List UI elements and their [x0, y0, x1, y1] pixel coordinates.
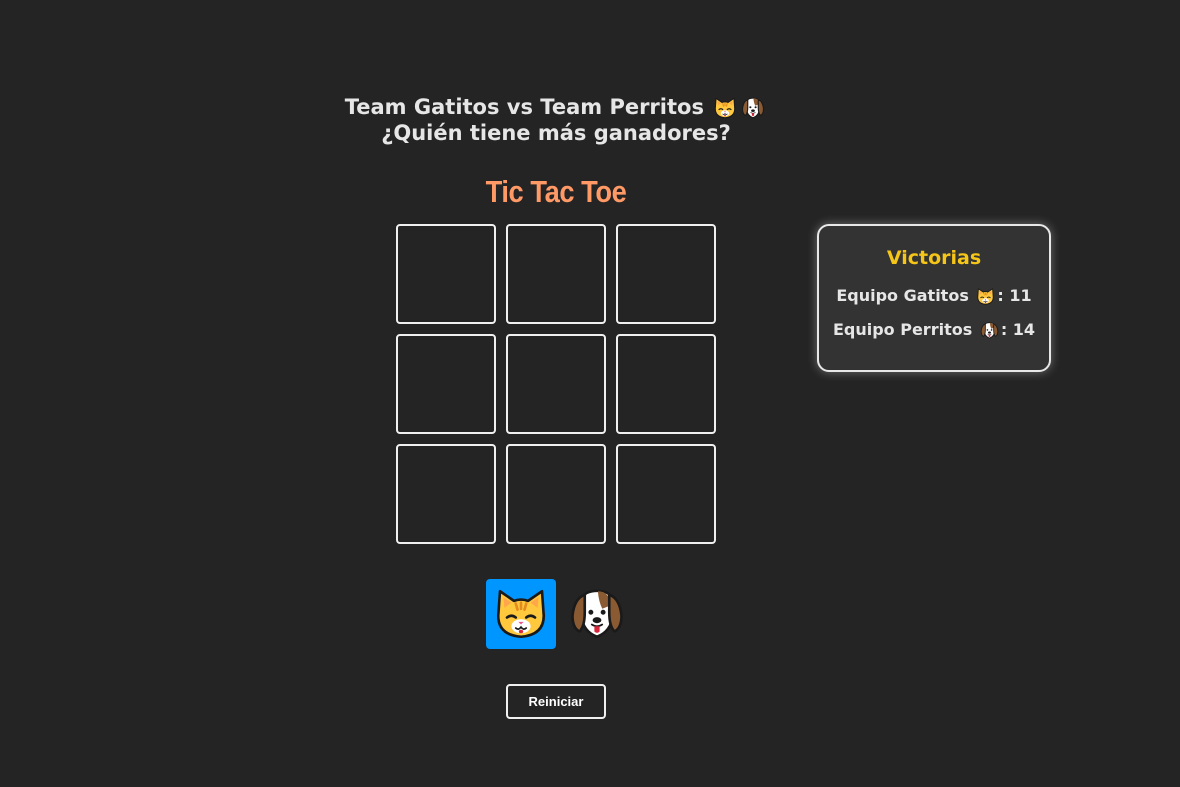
reset-button[interactable]: Reiniciar: [506, 684, 606, 719]
page-subtitle: Team Gatitos vs Team Perritos ¿Quién tie…: [306, 94, 806, 146]
board-cell-9[interactable]: [616, 444, 716, 544]
select-dog-button[interactable]: [562, 579, 632, 649]
cats-score-row: Equipo Gatitos : 11: [819, 286, 1049, 306]
board-cell-3[interactable]: [616, 224, 716, 324]
dog-face-icon: [741, 96, 765, 120]
board-cell-2[interactable]: [506, 224, 606, 324]
cat-face-icon: [713, 96, 737, 120]
cats-team-label: Equipo Gatitos: [836, 286, 969, 305]
dogs-score-row: Equipo Perritos : 14: [819, 320, 1049, 340]
cat-face-icon: [976, 287, 995, 306]
wins-panel: Victorias Equipo Gatitos : 11 Equipo Per…: [817, 224, 1051, 372]
dog-face-icon: [980, 321, 999, 340]
game-title: Tic Tac Toe: [485, 174, 627, 209]
board-cell-5[interactable]: [506, 334, 606, 434]
cats-score-value: : 11: [997, 286, 1032, 305]
cat-face-icon: [493, 586, 549, 642]
board-cell-8[interactable]: [506, 444, 606, 544]
player-selector: [486, 579, 632, 649]
subtitle-line-2: ¿Quién tiene más ganadores?: [381, 121, 731, 145]
select-cat-button[interactable]: [486, 579, 556, 649]
subtitle-line-1: Team Gatitos vs Team Perritos: [306, 94, 806, 120]
dogs-team-label: Equipo Perritos: [832, 320, 973, 339]
board-cell-6[interactable]: [616, 334, 716, 434]
dogs-score-value: : 14: [1000, 320, 1036, 339]
board-cell-4[interactable]: [396, 334, 496, 434]
subtitle-teams-text: Team Gatitos vs Team Perritos: [344, 95, 704, 119]
board-cell-1[interactable]: [396, 224, 496, 324]
board-cell-7[interactable]: [396, 444, 496, 544]
game-board: [396, 224, 716, 544]
dog-face-icon: [569, 586, 625, 642]
wins-title: Victorias: [886, 247, 982, 269]
